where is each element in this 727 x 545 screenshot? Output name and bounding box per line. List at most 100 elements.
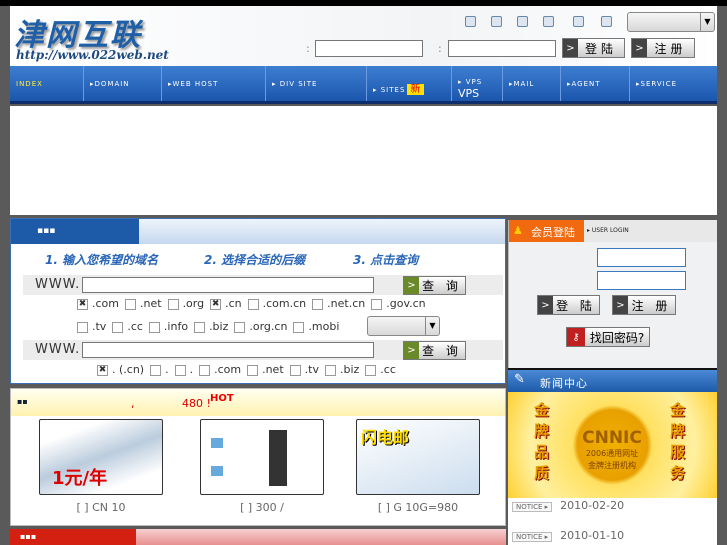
suffix-checkbox[interactable] xyxy=(371,298,383,310)
news-title: 新闻中心 xyxy=(540,377,588,390)
member-register-button[interactable]: > 注 册 xyxy=(612,295,676,315)
member-username-input[interactable] xyxy=(597,248,686,267)
product-caption[interactable]: [ ] 300 / xyxy=(200,501,324,514)
step-2: 2. 选择合适的后缀 xyxy=(204,253,306,267)
suffix-checkbox[interactable] xyxy=(289,364,301,376)
suffix-label: .biz xyxy=(209,320,229,333)
hot-sep: , xyxy=(131,397,135,410)
register-label: 注册 xyxy=(654,41,687,56)
suffix-checkbox[interactable] xyxy=(247,364,259,376)
nav-div-site[interactable]: ▸ DIV SITE xyxy=(266,66,367,101)
nav-mail[interactable]: ▸MAIL xyxy=(503,66,561,101)
suffix-label: .tv xyxy=(92,320,107,333)
product-caption[interactable]: [ ] G 10G=980 xyxy=(356,501,480,514)
www-label: WWW. xyxy=(35,342,81,357)
suffix-checkbox[interactable] xyxy=(194,321,206,333)
doc-icon[interactable] xyxy=(517,16,528,27)
nav-domain[interactable]: ▸DOMAIN xyxy=(84,66,162,101)
nav-service[interactable]: ▸SERVICE xyxy=(630,66,717,101)
chevron-down-icon: ▼ xyxy=(425,317,439,335)
register-button[interactable]: > 注册 xyxy=(631,38,695,58)
suffix-select[interactable]: ▼ xyxy=(367,316,440,336)
nav-label: INDEX xyxy=(16,80,43,88)
suffix-label: .com xyxy=(92,297,119,310)
chevron-icon: > xyxy=(404,277,419,294)
nav-agent[interactable]: ▸AGENT xyxy=(561,66,630,101)
notice-badge: NOTICE ▸ xyxy=(512,532,553,542)
nav-index[interactable]: INDEX xyxy=(10,66,84,101)
nav-web-host[interactable]: ▸WEB HOST xyxy=(162,66,266,101)
forgot-label: 找回密码? xyxy=(589,330,645,345)
suffix-checkbox[interactable] xyxy=(167,298,179,310)
login-header: 会员登陆 ♟ ▸ USER LOGIN xyxy=(509,220,717,242)
product-image-text: 1元/年 xyxy=(52,468,108,489)
product-image-domain[interactable]: 1元/年 xyxy=(39,419,163,495)
banner-line2: 金牌注册机构 xyxy=(588,461,636,470)
keys-icon: ⚷ xyxy=(567,328,585,346)
member-password-input[interactable] xyxy=(597,271,686,290)
suffix-label: .com.cn xyxy=(262,297,307,310)
banner-area xyxy=(10,106,717,215)
main-nav: INDEX ▸DOMAIN ▸WEB HOST ▸ DIV SITE ▸ SIT… xyxy=(10,66,717,104)
info-icon[interactable] xyxy=(491,16,502,27)
chevron-icon: > xyxy=(538,296,553,314)
banner-right-text: 金牌服务 xyxy=(670,401,686,482)
search-row-2: WWW. > 查 询 xyxy=(23,340,503,360)
product-image-hosting[interactable] xyxy=(200,419,324,495)
query-button-2[interactable]: > 查 询 xyxy=(403,341,466,360)
suffix-checkbox[interactable] xyxy=(293,321,305,333)
suffix-checkbox[interactable] xyxy=(148,321,160,333)
logo-url[interactable]: http://www.022web.net xyxy=(16,48,169,62)
suffix-checkbox[interactable]: ✖ xyxy=(97,364,108,376)
step-3: 3. 点击查询 xyxy=(353,253,419,267)
login-label: 登陆 xyxy=(584,41,617,56)
query-button[interactable]: > 查 询 xyxy=(403,276,466,295)
suffix-checkbox[interactable] xyxy=(150,364,162,376)
sitemap-icon[interactable] xyxy=(465,16,476,27)
site-select[interactable]: ▼ xyxy=(627,12,715,32)
window2-icon[interactable] xyxy=(601,16,612,27)
suffix-checkbox[interactable] xyxy=(324,364,336,376)
suffix-checkbox[interactable]: ✖ xyxy=(210,298,222,310)
product-caption[interactable]: [ ] CN 10 xyxy=(39,501,163,514)
username-input[interactable] xyxy=(315,40,423,57)
news-item[interactable]: NOTICE ▸ 2010-01-10 xyxy=(512,529,624,542)
suffix-checkbox[interactable] xyxy=(174,364,186,376)
lock-icon[interactable] xyxy=(573,16,584,27)
suffix-checkbox[interactable] xyxy=(247,298,259,310)
member-login-panel: 会员登陆 ♟ ▸ USER LOGIN > 登 陆 > 注 册 ⚷ 找回密码? xyxy=(508,220,717,368)
suffix-checkbox[interactable] xyxy=(199,364,211,376)
nav-sites[interactable]: ▸ SITES 新 xyxy=(367,66,452,101)
hot-products-panel: ▪▪ , 480 ! HOT 1元/年 闪电邮 [ ] CN 10 [ ] 30… xyxy=(10,388,506,526)
suffix-label: .com xyxy=(214,363,242,376)
news-date: 2010-01-10 xyxy=(560,529,625,542)
news-panel: ✎ 新闻中心 金牌品质 金牌服务 CNNIC 2006通用网址 金牌注册机构 NO… xyxy=(508,368,717,545)
forgot-password-button[interactable]: ⚷ 找回密码? xyxy=(566,327,650,347)
register-label: 注 册 xyxy=(631,298,672,313)
login-button[interactable]: > 登陆 xyxy=(562,38,625,58)
suffix-checkbox[interactable] xyxy=(365,364,377,376)
suffix-checkbox[interactable] xyxy=(312,298,324,310)
suffix-label: .cn xyxy=(225,297,242,310)
cnnic-banner[interactable]: 金牌品质 金牌服务 CNNIC 2006通用网址 金牌注册机构 xyxy=(508,392,717,498)
password-input[interactable] xyxy=(448,40,556,57)
window-icon[interactable] xyxy=(543,16,554,27)
label-colon: : xyxy=(438,42,442,55)
chevron-icon: > xyxy=(404,342,419,359)
news-item[interactable]: NOTICE ▸ 2010-02-20 xyxy=(512,499,624,512)
search-row-1: WWW. > 查 询 xyxy=(23,275,503,295)
suffix-checkbox[interactable] xyxy=(112,321,124,333)
domain-input[interactable] xyxy=(82,277,374,293)
query-label: 查 询 xyxy=(422,279,462,293)
suffix-checkbox[interactable] xyxy=(77,321,88,333)
banner-left-text: 金牌品质 xyxy=(534,401,550,482)
suffix-checkbox[interactable] xyxy=(234,321,246,333)
nav-vps[interactable]: ▸ VPS VPS xyxy=(452,66,503,101)
nav-label: ▸ DIV SITE xyxy=(272,80,318,88)
suffix-checkbox[interactable] xyxy=(125,298,136,310)
member-login-button[interactable]: > 登 陆 xyxy=(537,295,600,315)
product-image-mail[interactable]: 闪电邮 xyxy=(356,419,480,495)
nav-label: ▸MAIL xyxy=(509,80,535,88)
suffix-checkbox[interactable]: ✖ xyxy=(77,298,88,310)
cn-domain-input[interactable] xyxy=(82,342,374,358)
